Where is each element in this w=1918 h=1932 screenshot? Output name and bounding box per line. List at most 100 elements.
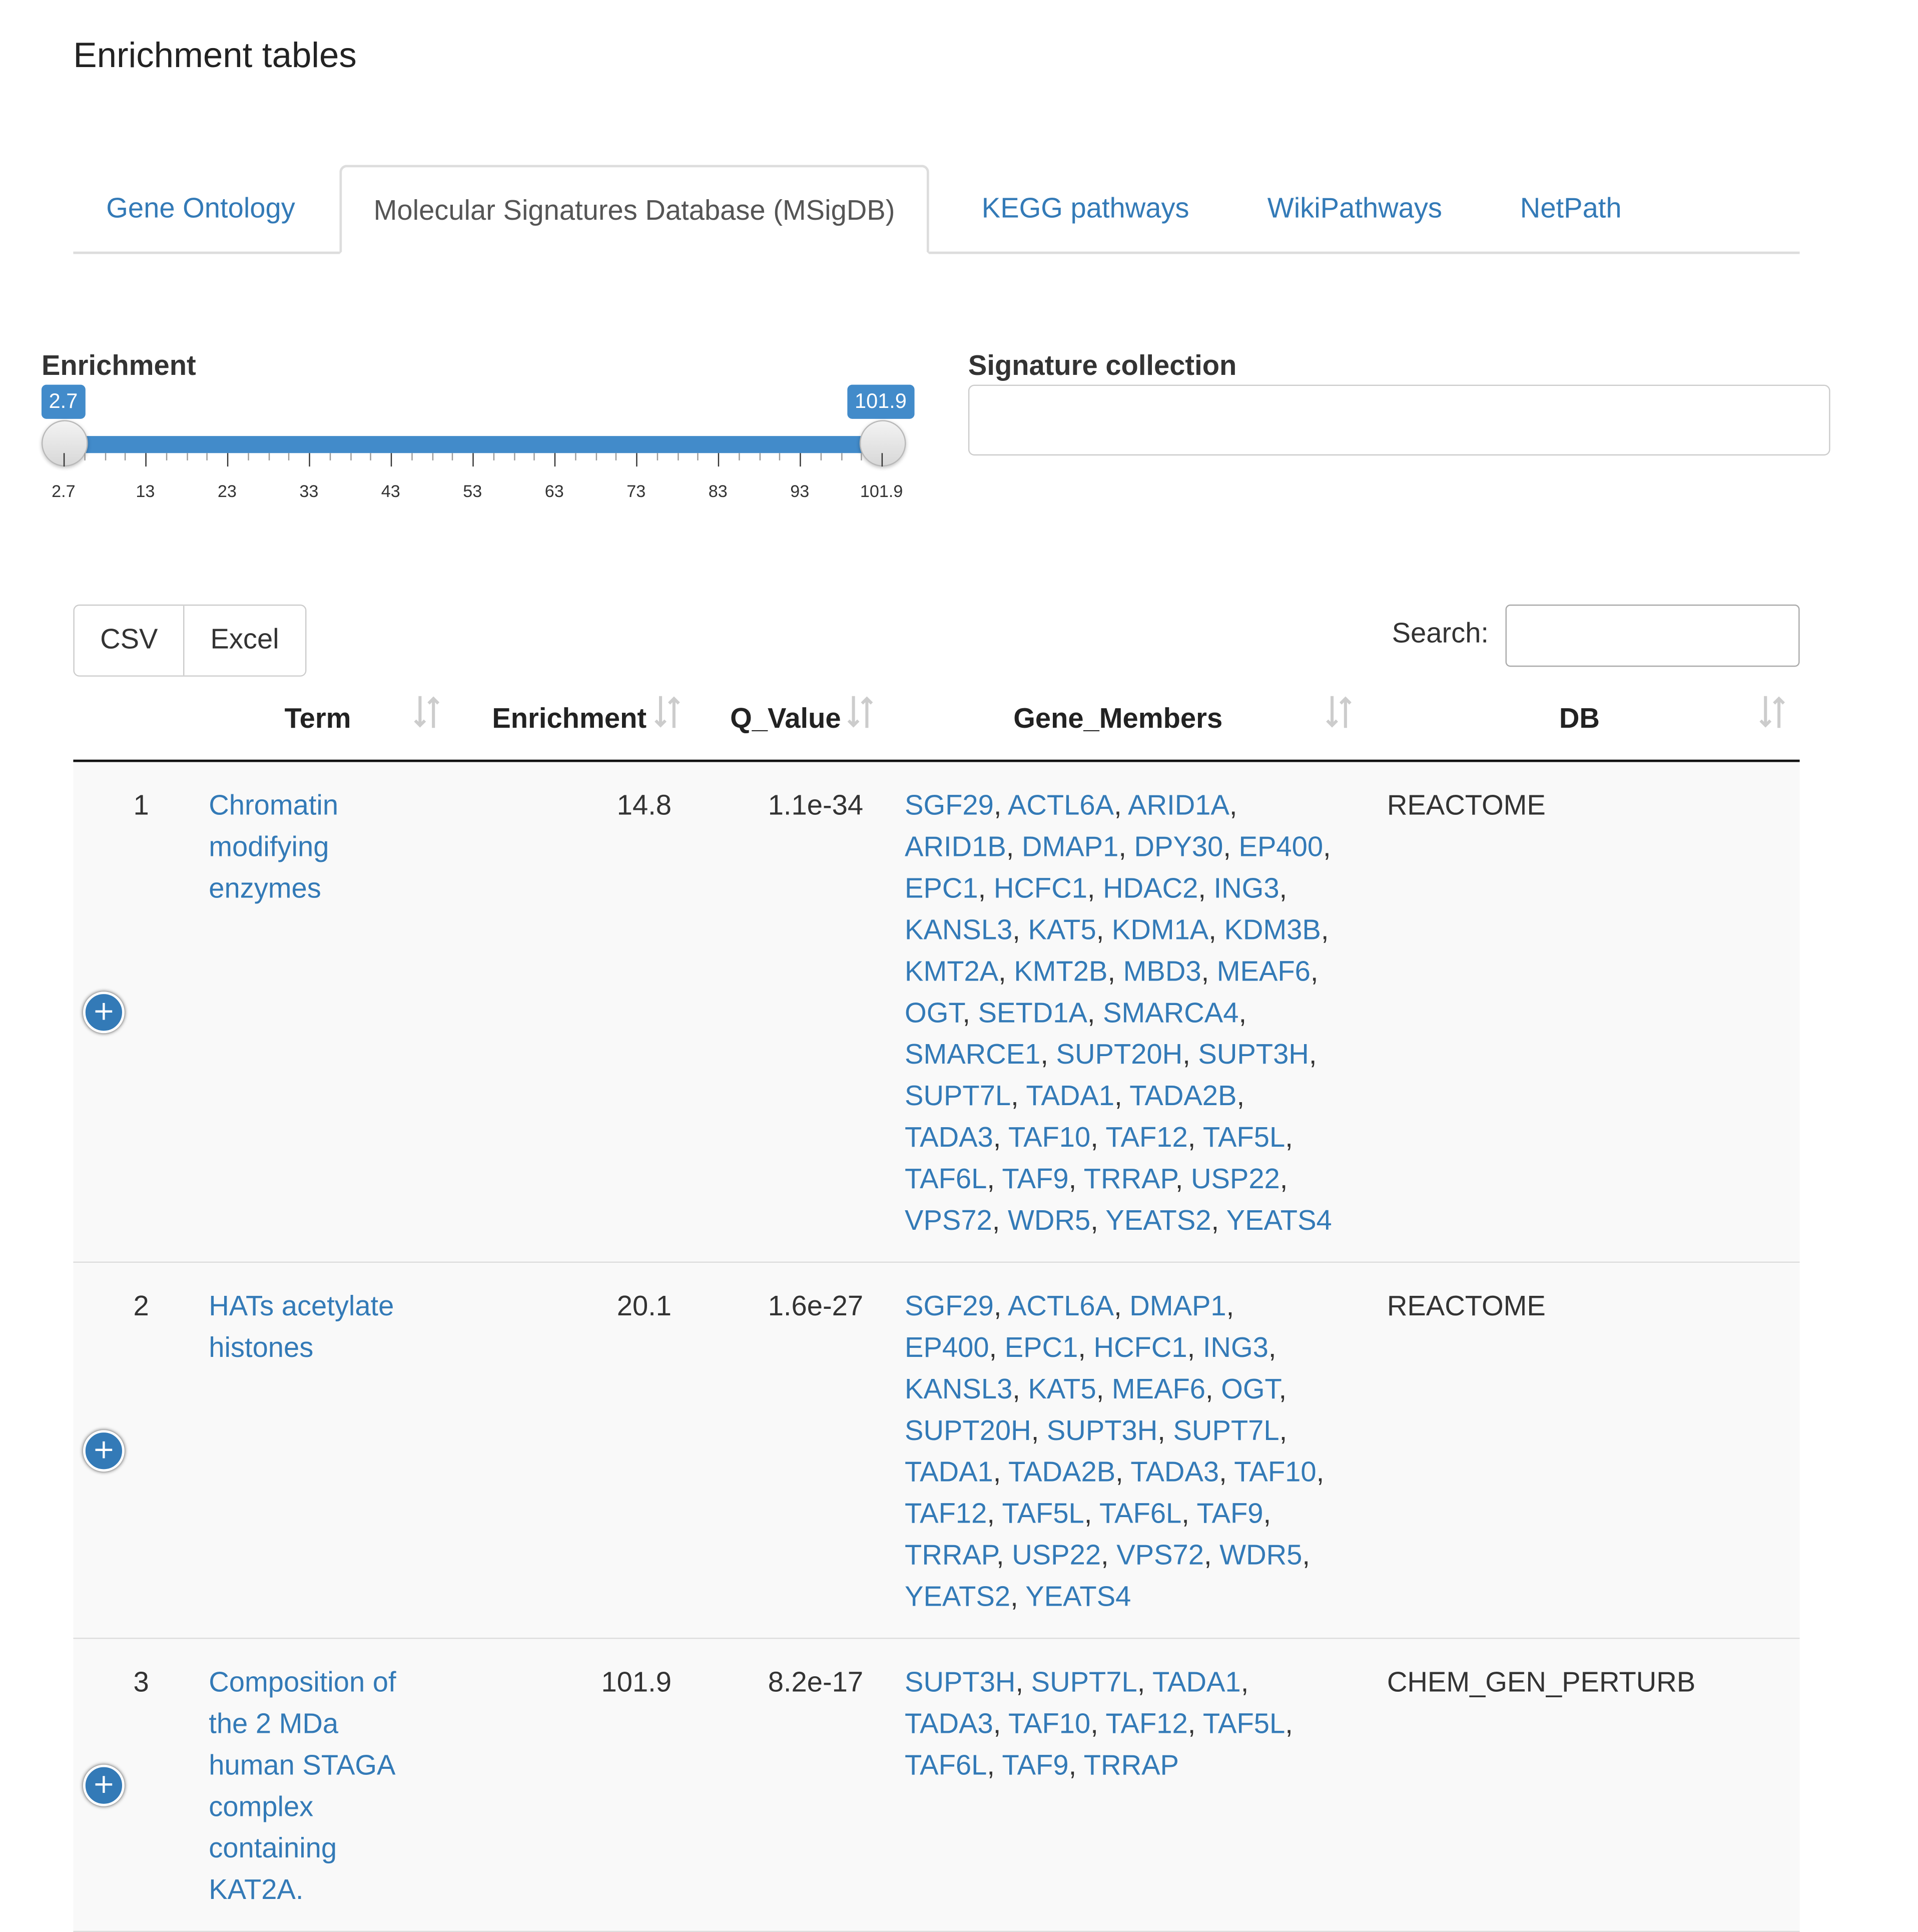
gene-link[interactable]: YEATS4 xyxy=(1226,1204,1332,1236)
excel-button[interactable]: Excel xyxy=(183,606,305,676)
gene-link[interactable]: ARID1A xyxy=(1128,789,1229,820)
gene-link[interactable]: HCFC1 xyxy=(994,872,1087,903)
gene-link[interactable]: ACTL6A xyxy=(1008,789,1114,820)
gene-link[interactable]: MBD3 xyxy=(1123,955,1201,987)
gene-link[interactable]: YEATS2 xyxy=(1105,1204,1211,1236)
expand-row-icon[interactable]: + xyxy=(83,992,125,1034)
tab-wikipathways[interactable]: WikiPathways xyxy=(1267,165,1442,251)
term-link-line[interactable]: Composition of xyxy=(209,1661,453,1702)
term-link-line[interactable]: modifying xyxy=(209,825,453,867)
tab-gene-ontology[interactable]: Gene Ontology xyxy=(106,165,295,251)
search-input[interactable] xyxy=(1505,604,1800,667)
gene-link[interactable]: KDM3B xyxy=(1224,913,1321,945)
signature-collection-select[interactable] xyxy=(968,384,1830,456)
gene-link[interactable]: TAF9 xyxy=(1002,1163,1069,1194)
term-link-line[interactable]: complex xyxy=(209,1785,453,1827)
slider-bar[interactable] xyxy=(63,436,882,453)
term-link-line[interactable]: KAT2A. xyxy=(209,1868,453,1910)
column-header-q-value[interactable]: Q_Value xyxy=(730,702,841,735)
gene-link[interactable]: SETD1A xyxy=(978,997,1087,1028)
gene-link[interactable]: TRRAP xyxy=(905,1539,996,1570)
gene-link[interactable]: TAF9 xyxy=(1196,1497,1263,1529)
gene-link[interactable]: TADA2B xyxy=(1129,1080,1236,1111)
sort-icon[interactable] xyxy=(1325,694,1354,730)
gene-link[interactable]: ING3 xyxy=(1203,1331,1268,1363)
gene-link[interactable]: SUPT7L xyxy=(1031,1666,1137,1697)
sort-icon[interactable] xyxy=(653,694,683,730)
gene-link[interactable]: SUPT20H xyxy=(1056,1038,1183,1070)
term-link[interactable]: HATs acetylate histones xyxy=(209,1285,453,1368)
gene-link[interactable]: USP22 xyxy=(1191,1163,1280,1194)
term-link-line[interactable]: the 2 MDa xyxy=(209,1702,453,1744)
column-header-enrichment[interactable]: Enrichment xyxy=(492,702,647,735)
csv-button[interactable]: CSV xyxy=(74,606,184,676)
gene-link[interactable]: TAF12 xyxy=(1105,1707,1187,1739)
gene-link[interactable]: KAT5 xyxy=(1028,1373,1096,1404)
gene-link[interactable]: DMAP1 xyxy=(1129,1290,1226,1321)
column-header-gene-members[interactable]: Gene_Members xyxy=(1013,702,1222,735)
term-link-line[interactable]: containing xyxy=(209,1827,453,1868)
gene-link[interactable]: MEAF6 xyxy=(1217,955,1311,987)
gene-link[interactable]: SGF29 xyxy=(905,789,994,820)
gene-link[interactable]: TAF10 xyxy=(1008,1121,1090,1153)
gene-link[interactable]: TADA3 xyxy=(905,1707,993,1739)
gene-link[interactable]: SUPT3H xyxy=(905,1666,1015,1697)
gene-link[interactable]: WDR5 xyxy=(1219,1539,1302,1570)
expand-row-icon[interactable]: + xyxy=(83,1764,125,1806)
gene-link[interactable]: OGT xyxy=(1221,1373,1278,1404)
gene-link[interactable]: TADA1 xyxy=(905,1456,993,1487)
gene-link[interactable]: TAF5L xyxy=(1203,1707,1285,1739)
gene-link[interactable]: EPC1 xyxy=(1005,1331,1078,1363)
gene-link[interactable]: SUPT3H xyxy=(1047,1414,1157,1446)
term-link-line[interactable]: Chromatin xyxy=(209,784,453,825)
gene-link[interactable]: KMT2B xyxy=(1014,955,1107,987)
gene-link[interactable]: TAF10 xyxy=(1008,1707,1090,1739)
gene-link[interactable]: TADA2B xyxy=(1008,1456,1115,1487)
gene-link[interactable]: TRRAP xyxy=(1084,1163,1175,1194)
gene-link[interactable]: DPY30 xyxy=(1134,830,1223,862)
gene-link[interactable]: OGT xyxy=(905,997,962,1028)
gene-link[interactable]: TADA3 xyxy=(905,1121,993,1153)
gene-link[interactable]: TAF10 xyxy=(1234,1456,1316,1487)
tab-msigdb[interactable]: Molecular Signatures Database (MSigDB) xyxy=(339,165,929,254)
enrichment-range-slider[interactable]: 2.7 101.9 2.7 13 23 33 43 53 63 73 83 93 101.9 xyxy=(41,381,921,515)
gene-link[interactable]: KANSL3 xyxy=(905,913,1012,945)
gene-link[interactable]: TAF6L xyxy=(905,1163,987,1194)
term-link-line[interactable]: human STAGA xyxy=(209,1744,453,1785)
gene-link[interactable]: TAF6L xyxy=(905,1749,987,1780)
gene-link[interactable]: VPS72 xyxy=(905,1204,992,1236)
gene-link[interactable]: USP22 xyxy=(1012,1539,1101,1570)
gene-link[interactable]: HDAC2 xyxy=(1103,872,1198,903)
tab-kegg-pathways[interactable]: KEGG pathways xyxy=(982,165,1189,251)
term-link[interactable]: Composition of the 2 MDa human STAGA comple… xyxy=(209,1661,453,1910)
gene-link[interactable]: SUPT3H xyxy=(1198,1038,1309,1070)
expand-row-icon[interactable]: + xyxy=(83,1430,125,1472)
sort-icon[interactable] xyxy=(413,694,442,730)
gene-link[interactable]: TRRAP xyxy=(1084,1749,1179,1780)
gene-link[interactable]: MEAF6 xyxy=(1112,1373,1205,1404)
gene-link[interactable]: TAF5L xyxy=(1002,1497,1084,1529)
gene-link[interactable]: VPS72 xyxy=(1116,1539,1204,1570)
column-header-term[interactable]: Term xyxy=(285,702,351,735)
term-link-line[interactable]: enzymes xyxy=(209,867,453,908)
gene-link[interactable]: TADA1 xyxy=(1152,1666,1241,1697)
gene-link[interactable]: DMAP1 xyxy=(1022,830,1118,862)
gene-link[interactable]: EP400 xyxy=(1239,830,1324,862)
gene-link[interactable]: TAF12 xyxy=(905,1497,987,1529)
gene-link[interactable]: KMT2A xyxy=(905,955,998,987)
gene-link[interactable]: WDR5 xyxy=(1008,1204,1090,1236)
gene-link[interactable]: EP400 xyxy=(905,1331,989,1363)
gene-link[interactable]: TAF12 xyxy=(1105,1121,1187,1153)
gene-link[interactable]: HCFC1 xyxy=(1094,1331,1187,1363)
gene-link[interactable]: EPC1 xyxy=(905,872,978,903)
gene-link[interactable]: ARID1B xyxy=(905,830,1006,862)
gene-link[interactable]: TADA3 xyxy=(1130,1456,1219,1487)
gene-link[interactable]: TADA1 xyxy=(1026,1080,1114,1111)
gene-link[interactable]: SGF29 xyxy=(905,1290,994,1321)
gene-link[interactable]: TAF5L xyxy=(1203,1121,1285,1153)
gene-link[interactable]: KAT5 xyxy=(1028,913,1096,945)
gene-link[interactable]: ING3 xyxy=(1214,872,1280,903)
gene-link[interactable]: KDM1A xyxy=(1112,913,1208,945)
term-link-line[interactable]: HATs acetylate xyxy=(209,1285,453,1326)
gene-link[interactable]: SUPT7L xyxy=(1173,1414,1279,1446)
